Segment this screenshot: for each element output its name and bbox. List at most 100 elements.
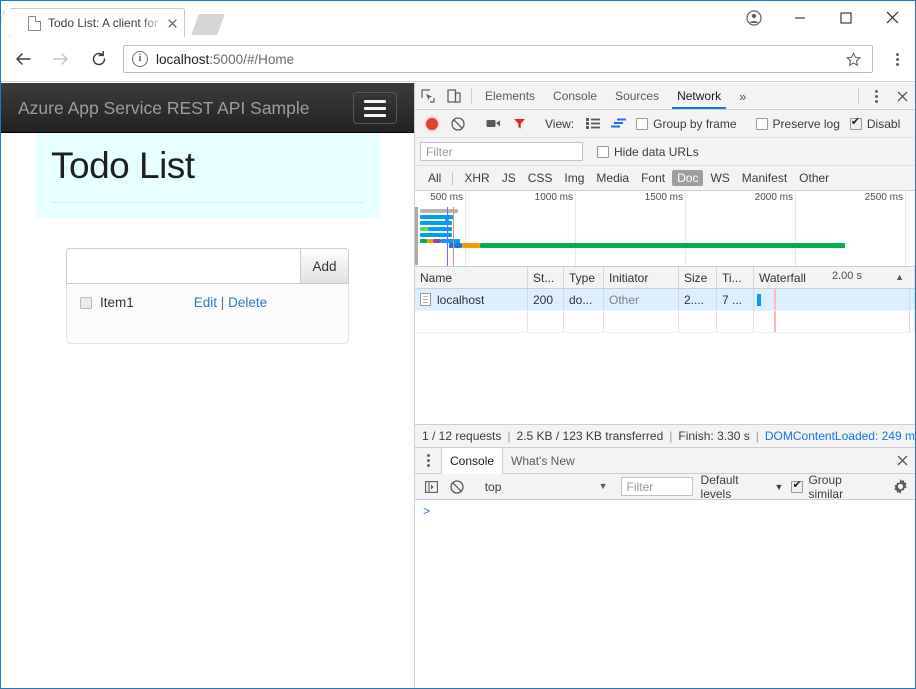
- table-header-row: Name St... Type Initiator Size Ti... Wat…: [415, 267, 915, 289]
- record-icon[interactable]: [419, 117, 445, 130]
- tab-sources[interactable]: Sources: [606, 83, 668, 109]
- three-dot-menu-icon[interactable]: [415, 448, 441, 473]
- hamburger-icon[interactable]: [353, 92, 397, 124]
- tab-elements[interactable]: Elements: [476, 83, 544, 109]
- edit-link[interactable]: Edit: [194, 295, 217, 310]
- filter-xhr[interactable]: XHR: [459, 170, 494, 186]
- column-header-size[interactable]: Size: [679, 267, 717, 288]
- site-brand[interactable]: Azure App Service REST API Sample: [18, 83, 309, 133]
- chevron-double-right-icon[interactable]: »: [730, 83, 755, 109]
- table-body: localhost 200 do... Other 2.... 7 ...: [415, 289, 915, 424]
- group-by-frame-label: Group by frame: [653, 116, 737, 131]
- console-levels-selector[interactable]: Default levels ▼: [701, 473, 784, 501]
- divider: [471, 88, 472, 104]
- account-icon[interactable]: [731, 1, 777, 34]
- browser-tab[interactable]: Todo List: A client for sam: [9, 8, 185, 37]
- waterfall-label: Waterfall: [759, 270, 806, 285]
- filter-ws[interactable]: WS: [705, 170, 734, 186]
- list-view-icon[interactable]: [580, 118, 606, 129]
- tab-console[interactable]: Console: [544, 83, 606, 109]
- network-filter-input[interactable]: [420, 142, 583, 161]
- three-dot-menu-icon[interactable]: [883, 43, 911, 75]
- browser-window: Todo List: A client for sam: [0, 0, 916, 689]
- page-info-icon[interactable]: i: [132, 51, 148, 67]
- summary-transferred: 2.5 KB / 123 KB transferred: [516, 429, 664, 443]
- close-icon[interactable]: [869, 1, 915, 34]
- todo-checkbox[interactable]: [80, 296, 92, 309]
- sort-ascending-icon[interactable]: ▲: [895, 272, 904, 282]
- overview-band: [433, 239, 441, 243]
- close-icon[interactable]: [164, 15, 180, 31]
- console-sidebar-icon[interactable]: [419, 480, 444, 493]
- column-header-waterfall[interactable]: Waterfall 2.00 s ▲: [754, 267, 915, 288]
- checkbox-box: [597, 145, 609, 158]
- overview-main-wait: [462, 243, 480, 248]
- filter-media[interactable]: Media: [591, 170, 634, 186]
- todo-input[interactable]: [66, 248, 300, 284]
- minimize-icon[interactable]: [777, 1, 823, 34]
- tab-strip: Todo List: A client for sam: [9, 5, 225, 37]
- clear-icon[interactable]: [445, 116, 471, 131]
- forward-arrow-icon: [45, 43, 77, 75]
- filter-other[interactable]: Other: [794, 170, 834, 186]
- funnel-icon[interactable]: [506, 117, 532, 130]
- overview-tick-label: 500 ms: [430, 192, 463, 203]
- network-overview-timeline[interactable]: 500 ms 1000 ms 1500 ms 2000 ms 2500 ms 3…: [415, 191, 915, 267]
- console-output[interactable]: >: [415, 500, 915, 688]
- add-button[interactable]: Add: [300, 248, 349, 284]
- close-icon[interactable]: [889, 448, 915, 473]
- drawer-tab-bar: Console What's New: [415, 448, 915, 474]
- site-navbar: Azure App Service REST API Sample: [1, 83, 414, 133]
- tab-console[interactable]: Console: [441, 448, 504, 474]
- waterfall-view-icon[interactable]: [606, 118, 632, 129]
- tab-network[interactable]: Network: [668, 83, 730, 109]
- disable-cache-checkbox[interactable]: Disabl: [849, 115, 901, 131]
- clear-console-icon[interactable]: [444, 479, 469, 494]
- filter-font[interactable]: Font: [636, 170, 670, 186]
- filter-js[interactable]: JS: [497, 170, 521, 186]
- divider: [51, 202, 364, 203]
- table-row[interactable]: localhost 200 do... Other 2.... 7 ...: [415, 289, 915, 311]
- filter-all[interactable]: All: [423, 170, 446, 186]
- table-row-empty: [415, 311, 915, 333]
- cell-name: localhost: [415, 289, 528, 310]
- console-levels-value: Default levels: [700, 472, 739, 501]
- gear-icon[interactable]: [888, 479, 913, 494]
- hide-data-urls-checkbox[interactable]: Hide data URLs: [597, 145, 699, 159]
- address-bar[interactable]: i localhost:5000/#/Home: [123, 45, 873, 73]
- filter-manifest[interactable]: Manifest: [737, 170, 792, 186]
- column-header-initiator[interactable]: Initiator: [604, 267, 679, 288]
- filter-img[interactable]: Img: [559, 170, 589, 186]
- device-toolbar-icon[interactable]: [441, 83, 467, 109]
- close-icon[interactable]: [889, 83, 915, 109]
- inspect-element-icon[interactable]: [415, 83, 441, 109]
- delete-link[interactable]: Delete: [228, 295, 267, 310]
- star-icon[interactable]: [842, 48, 864, 70]
- list-item: Item1 Edit | Delete: [67, 284, 348, 321]
- tab-whats-new[interactable]: What's New: [503, 448, 583, 473]
- waterfall-scale: 2.00 s: [832, 270, 862, 282]
- column-header-name[interactable]: Name: [415, 267, 528, 288]
- disable-cache-label: Disabl: [866, 116, 901, 131]
- console-context-selector[interactable]: top ▼: [479, 477, 612, 497]
- group-similar-checkbox[interactable]: Group similar: [791, 473, 877, 501]
- reload-icon[interactable]: [83, 43, 115, 75]
- filter-css[interactable]: CSS: [523, 170, 558, 186]
- column-header-type[interactable]: Type: [564, 267, 604, 288]
- back-arrow-icon[interactable]: [7, 43, 39, 75]
- overview-main-download: [480, 243, 845, 248]
- waterfall-gridline: [909, 289, 910, 310]
- document-icon: [420, 293, 431, 306]
- column-header-status[interactable]: St...: [528, 267, 564, 288]
- three-dot-menu-icon[interactable]: [863, 83, 889, 109]
- preserve-log-checkbox[interactable]: Preserve log: [755, 117, 840, 131]
- network-filter-bar: Hide data URLs: [415, 138, 915, 166]
- filter-doc[interactable]: Doc: [672, 170, 704, 186]
- maximize-icon[interactable]: [823, 1, 869, 34]
- console-filter-input[interactable]: [620, 477, 693, 496]
- column-header-time[interactable]: Ti...: [717, 267, 754, 288]
- group-by-frame-checkbox[interactable]: Group by frame: [636, 116, 737, 131]
- new-tab-icon[interactable]: [195, 14, 225, 36]
- cell-waterfall: [754, 289, 915, 310]
- camera-icon[interactable]: [480, 118, 506, 129]
